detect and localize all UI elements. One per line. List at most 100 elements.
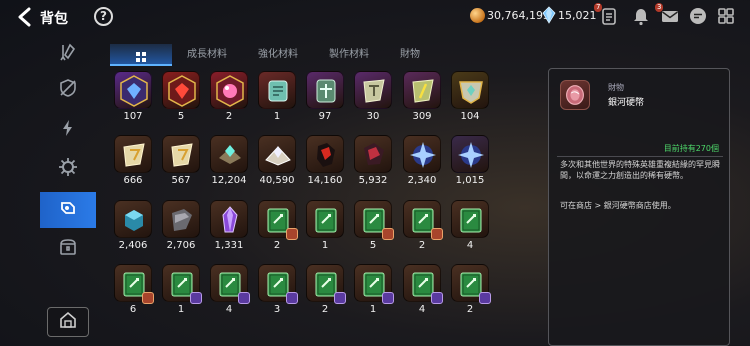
shield-grade-icon: [190, 292, 202, 304]
inventory-slot[interactable]: 1: [302, 197, 346, 253]
item-count: 3: [273, 304, 281, 315]
materials-icon: [58, 198, 78, 222]
inventory-slot[interactable]: 2: [399, 197, 443, 253]
item-count: 5: [369, 240, 377, 251]
tab-treasures[interactable]: 財物: [384, 44, 436, 66]
item-count: 2: [225, 111, 233, 122]
menu-grid-icon[interactable]: [716, 6, 736, 26]
inventory-slot-frame: [258, 200, 298, 240]
inventory-slot[interactable]: 1: [350, 261, 394, 317]
item-count: 309: [412, 111, 432, 122]
shield-icon: [58, 78, 78, 102]
inventory-slot[interactable]: 1,331: [206, 197, 250, 253]
item-count: 2: [418, 240, 426, 251]
item-grid: 107 5 2 1 97 30 309 104 666 567 12,204 40,590 14,160…: [110, 68, 500, 346]
sidebar-item-armor[interactable]: [40, 72, 96, 108]
chest-icon: [58, 237, 78, 261]
inventory-slot-frame: [162, 264, 202, 304]
inventory-slot[interactable]: 2: [254, 197, 298, 253]
detail-source: 可在商店 > 銀河硬幣商店使用。: [560, 201, 676, 210]
sidebar-item-chests[interactable]: [40, 231, 96, 267]
sidebar-item-weapons[interactable]: [40, 36, 96, 72]
inventory-slot[interactable]: 5,932: [350, 132, 394, 188]
item-count: 2,406: [118, 240, 148, 251]
inventory-slot[interactable]: 5: [350, 197, 394, 253]
inventory-slot[interactable]: 1: [254, 68, 298, 124]
inventory-slot[interactable]: 4: [399, 261, 443, 317]
tab-enhance-materials[interactable]: 強化材料: [242, 44, 314, 66]
weapon-icon: [58, 42, 78, 66]
item-count: 1: [369, 304, 377, 315]
inventory-slot[interactable]: 2: [447, 261, 491, 317]
tab-growth-materials[interactable]: 成長材料: [172, 44, 242, 66]
shield-grade-icon: [431, 292, 443, 304]
mail-icon[interactable]: 3: [655, 3, 680, 26]
sidebar-item-equipment[interactable]: [40, 151, 96, 187]
inventory-slot-frame: [354, 200, 394, 240]
tab-craft-materials[interactable]: 製作材料: [314, 44, 384, 66]
item-count: 97: [318, 111, 332, 122]
inventory-slot[interactable]: 4: [447, 197, 491, 253]
sword-grade-icon: [142, 292, 154, 304]
inventory-slot[interactable]: 1: [158, 261, 202, 317]
inventory-slot[interactable]: 1,015: [447, 132, 491, 188]
inventory-slot-frame: [354, 264, 394, 304]
inventory-slot-frame: [403, 264, 443, 304]
detail-held-count: 目前持有270個: [663, 144, 719, 153]
inventory-slot[interactable]: 309: [399, 68, 443, 124]
item-count: 567: [171, 175, 191, 186]
inventory-slot-frame: [451, 200, 489, 238]
inventory-slot[interactable]: 12,204: [206, 132, 250, 188]
storage-button[interactable]: [47, 307, 89, 337]
inventory-slot[interactable]: 3: [254, 261, 298, 317]
inventory-slot[interactable]: 666: [110, 132, 154, 188]
inventory-slot-frame: [114, 71, 152, 109]
back-arrow-icon[interactable]: [16, 7, 34, 27]
item-count: 12,204: [211, 175, 247, 186]
item-count: 1,015: [455, 175, 485, 186]
item-count: 107: [123, 111, 143, 122]
item-count: 40,590: [259, 175, 295, 186]
inventory-slot[interactable]: 30: [350, 68, 394, 124]
detail-divider: [557, 156, 723, 157]
inventory-slot[interactable]: 2,406: [110, 197, 154, 253]
tab-all[interactable]: [110, 44, 172, 66]
inventory-slot[interactable]: 2,340: [399, 132, 443, 188]
item-count: 6: [129, 304, 137, 315]
inventory-slot[interactable]: 567: [158, 132, 202, 188]
inventory-slot-frame: [306, 200, 344, 238]
item-count: 30: [366, 111, 380, 122]
item-count: 1: [273, 111, 281, 122]
help-icon[interactable]: ?: [94, 7, 113, 26]
top-bar: 背包 ? 30,764,195 15,021 7 3: [0, 0, 750, 34]
inventory-slot-frame: [114, 264, 154, 304]
inventory-slot[interactable]: 104: [447, 68, 491, 124]
item-count: 2,340: [407, 175, 437, 186]
inventory-slot[interactable]: 40,590: [254, 132, 298, 188]
inventory-slot-frame: [258, 135, 296, 173]
inventory-slot[interactable]: 2: [302, 261, 346, 317]
bell-icon[interactable]: [631, 6, 651, 26]
inventory-slot[interactable]: 2: [206, 68, 250, 124]
chat-icon[interactable]: [688, 6, 708, 26]
inventory-slot[interactable]: 97: [302, 68, 346, 124]
quest-icon[interactable]: 7: [594, 3, 619, 26]
inventory-slot[interactable]: 6: [110, 261, 154, 317]
sidebar-item-skills[interactable]: [40, 112, 96, 148]
inventory-slot-frame: [210, 71, 248, 109]
inventory-slot[interactable]: 4: [206, 261, 250, 317]
item-count: 5,932: [358, 175, 388, 186]
inventory-slot[interactable]: 14,160: [302, 132, 346, 188]
crystal-gem-icon: [542, 6, 556, 24]
inventory-slot-frame: [306, 71, 344, 109]
detail-description: 多次和其他世界的特殊英雄重複結緣的罕見瞬間，以命運之力創造出的稀有硬幣。: [560, 160, 720, 180]
inventory-slot-frame: [354, 71, 392, 109]
sidebar-item-materials[interactable]: [40, 192, 96, 228]
inventory-slot[interactable]: 5: [158, 68, 202, 124]
inventory-slot-frame: [306, 135, 344, 173]
galaxy-coin-icon: [560, 80, 590, 110]
inventory-slot[interactable]: 2,706: [158, 197, 202, 253]
gold-coin-icon: [470, 8, 485, 23]
inventory-slot[interactable]: 107: [110, 68, 154, 124]
inventory-slot-frame: [403, 71, 441, 109]
